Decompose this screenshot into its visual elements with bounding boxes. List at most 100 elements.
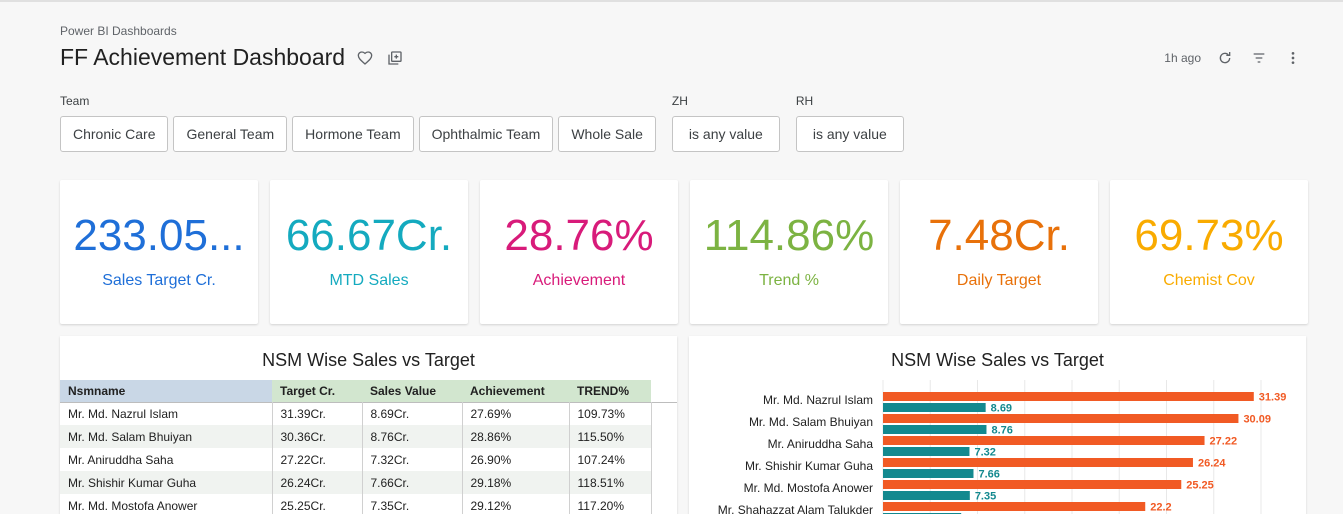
title-row: FF Achievement Dashboard xyxy=(60,44,405,71)
last-updated-text: 1h ago xyxy=(1164,51,1201,65)
table-cell: 117.20% xyxy=(569,494,652,514)
data-label: 8.76 xyxy=(991,425,1012,437)
data-label: 27.22 xyxy=(1210,436,1238,448)
category-label: Mr. Md. Mostofa Anower xyxy=(744,481,873,495)
table-cell: 26.90% xyxy=(462,448,570,471)
table-cell: 8.76Cr. xyxy=(362,425,463,448)
rh-filter-select[interactable]: is any value xyxy=(795,116,904,152)
more-vert-icon[interactable] xyxy=(1283,48,1303,68)
kpi-daily-target[interactable]: 7.48Cr. Daily Target xyxy=(900,180,1098,324)
team-filter: Team Chronic Care General Team Hormone T… xyxy=(60,94,656,152)
column-header[interactable]: Achievement xyxy=(462,380,569,402)
table-cell-spacer xyxy=(651,448,677,471)
kpi-value: 114.86% xyxy=(703,211,875,260)
data-label: 30.09 xyxy=(1243,414,1271,426)
data-label: 8.69 xyxy=(991,403,1012,415)
data-label: 7.35 xyxy=(975,491,996,503)
bar-target xyxy=(883,436,1205,445)
bar-sales xyxy=(883,469,974,478)
kpi-value: 69.73% xyxy=(1134,211,1284,260)
column-header[interactable]: Target Cr. xyxy=(272,380,362,402)
team-chip-ophthalmic-team[interactable]: Ophthalmic Team xyxy=(418,116,554,152)
table-cell: 26.24Cr. xyxy=(272,471,363,494)
table-cell: 31.39Cr. xyxy=(272,402,363,425)
table-cell: 30.36Cr. xyxy=(272,425,363,448)
table-cell: 107.24% xyxy=(569,448,652,471)
filters-bar: Team Chronic Care General Team Hormone T… xyxy=(60,94,904,152)
kpi-label: Sales Target Cr. xyxy=(102,272,216,289)
table-row: Mr. Md. Salam Bhuiyan 30.36Cr. 8.76Cr. 2… xyxy=(60,425,677,448)
breadcrumb[interactable]: Power BI Dashboards xyxy=(60,24,177,38)
heart-icon[interactable] xyxy=(355,48,375,68)
kpi-sales-target[interactable]: 233.05... Sales Target Cr. xyxy=(60,180,258,324)
column-header-spacer xyxy=(651,380,677,402)
table-cell: 8.69Cr. xyxy=(362,402,463,425)
zh-filter-select[interactable]: is any value xyxy=(671,116,780,152)
category-label: Mr. Md. Salam Bhuiyan xyxy=(749,415,873,429)
kpi-chemist-cov[interactable]: 69.73% Chemist Cov xyxy=(1110,180,1308,324)
dashboard-page: Power BI Dashboards FF Achievement Dashb… xyxy=(0,0,1343,514)
kpi-mtd-sales[interactable]: 66.67Cr. MTD Sales xyxy=(270,180,468,324)
column-header[interactable]: TREND% xyxy=(569,380,651,402)
kpi-value: 233.05... xyxy=(73,211,245,260)
kpi-value: 7.48Cr. xyxy=(928,211,1070,260)
kpi-label: Trend % xyxy=(759,272,819,289)
data-label: 31.39 xyxy=(1259,392,1287,404)
table-cell: 7.32Cr. xyxy=(362,448,463,471)
bar-sales xyxy=(883,491,970,500)
column-header[interactable]: Sales Value xyxy=(362,380,462,402)
team-chip-general-team[interactable]: General Team xyxy=(173,116,288,152)
nsm-table-panel: NSM Wise Sales vs Target Nsmname Target … xyxy=(60,336,677,514)
bar-sales xyxy=(883,447,970,456)
kpi-trend[interactable]: 114.86% Trend % xyxy=(690,180,888,324)
table-cell: 28.86% xyxy=(462,425,570,448)
data-label: 7.32 xyxy=(974,447,995,459)
refresh-icon[interactable] xyxy=(1215,48,1235,68)
rh-filter-label: RH xyxy=(795,94,814,108)
kpi-row: 233.05... Sales Target Cr. 66.67Cr. MTD … xyxy=(60,180,1308,324)
table-cell: Mr. Md. Nazrul Islam xyxy=(60,402,273,425)
category-label: Mr. Md. Nazrul Islam xyxy=(763,393,873,407)
chart-title: NSM Wise Sales vs Target xyxy=(891,350,1104,370)
team-chip-chronic-care[interactable]: Chronic Care xyxy=(60,116,169,152)
kpi-achievement[interactable]: 28.76% Achievement xyxy=(480,180,678,324)
team-filter-label: Team xyxy=(60,94,90,108)
bar-target xyxy=(883,458,1193,467)
category-label: Mr. Shahazzat Alam Talukder xyxy=(718,503,873,514)
table-cell: 29.18% xyxy=(462,471,570,494)
team-chips: Chronic Care General Team Hormone Team O… xyxy=(60,116,656,152)
category-label: Mr. Aniruddha Saha xyxy=(768,437,874,451)
category-label: Mr. Shishir Kumar Guha xyxy=(745,459,873,473)
bar-target xyxy=(883,392,1254,401)
column-header[interactable]: Nsmname xyxy=(60,380,272,402)
table-cell: Mr. Md. Salam Bhuiyan xyxy=(60,425,273,448)
kpi-label: Achievement xyxy=(532,272,626,289)
table-cell-spacer xyxy=(651,425,677,448)
table-row: Mr. Md. Mostofa Anower 25.25Cr. 7.35Cr. … xyxy=(60,494,677,514)
table-title: NSM Wise Sales vs Target xyxy=(262,350,475,370)
table-cell-spacer xyxy=(651,471,677,494)
copy-icon[interactable] xyxy=(385,48,405,68)
table-cell: 29.12% xyxy=(462,494,570,514)
team-chip-hormone-team[interactable]: Hormone Team xyxy=(292,116,414,152)
table-cell-spacer xyxy=(651,494,677,514)
bar-chart: Mr. Md. Nazrul Islam 31.39 8.69 Mr. Md. Sal… xyxy=(718,380,1287,514)
zh-filter-label: ZH xyxy=(671,94,688,108)
table-cell: 115.50% xyxy=(569,425,652,448)
table-cell: 27.69% xyxy=(462,402,570,425)
filter-icon[interactable] xyxy=(1249,48,1269,68)
kpi-label: Daily Target xyxy=(956,272,1042,289)
table-cell: 118.51% xyxy=(569,471,652,494)
bar-target xyxy=(883,502,1146,511)
table-cell: 27.22Cr. xyxy=(272,448,363,471)
bar-sales xyxy=(883,403,986,412)
data-label: 22.2 xyxy=(1150,502,1171,514)
table-cell: 7.66Cr. xyxy=(362,471,463,494)
data-label: 7.66 xyxy=(978,469,999,481)
dashboard-actions: 1h ago xyxy=(1164,48,1303,68)
table-row: Mr. Shishir Kumar Guha 26.24Cr. 7.66Cr. … xyxy=(60,471,677,494)
bar-target xyxy=(883,414,1239,423)
kpi-value: 28.76% xyxy=(504,211,654,260)
team-chip-whole-sale[interactable]: Whole Sale xyxy=(558,116,656,152)
table-cell: 7.35Cr. xyxy=(362,494,463,514)
